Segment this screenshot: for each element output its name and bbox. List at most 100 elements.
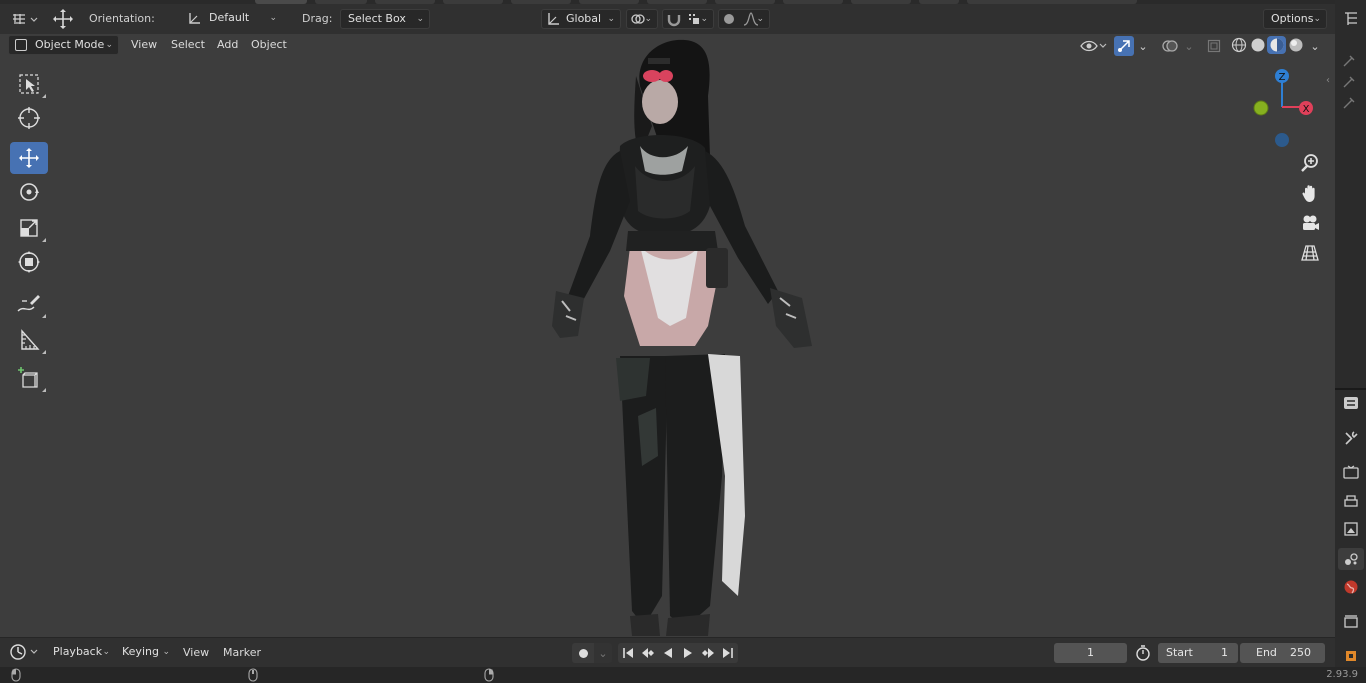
- drag-dropdown[interactable]: Select Box ⌄: [340, 9, 430, 29]
- stopwatch-icon[interactable]: [1133, 643, 1153, 663]
- chevron-down-icon[interactable]: ⌄: [1182, 37, 1196, 55]
- select-box-tool[interactable]: [10, 68, 48, 100]
- object-mode-dropdown[interactable]: Object Mode ⌄: [8, 35, 119, 55]
- auto-keying-button[interactable]: [572, 643, 594, 663]
- navigation-gizmo[interactable]: Z X: [1245, 67, 1320, 147]
- object-mode-value: Object Mode: [35, 38, 105, 51]
- version-label: 2.93.9: [1326, 669, 1358, 680]
- material-shading-icon[interactable]: [1267, 36, 1286, 54]
- outliner-editor-icon[interactable]: [1342, 10, 1360, 28]
- end-value: 250: [1290, 646, 1311, 659]
- snapping-group[interactable]: ⌄: [662, 9, 714, 29]
- menu-select[interactable]: Select: [171, 35, 205, 55]
- chevron-down-icon: ⌄: [269, 13, 277, 23]
- character-model[interactable]: [540, 36, 830, 638]
- chevron-down-icon: ⌄: [1313, 14, 1321, 24]
- scale-icon: [20, 219, 38, 237]
- jump-end-button[interactable]: [718, 643, 738, 663]
- wireframe-shading-icon[interactable]: [1229, 36, 1248, 54]
- start-frame-field[interactable]: Start 1: [1158, 643, 1238, 663]
- end-frame-field[interactable]: End 250: [1240, 643, 1325, 663]
- jump-start-button[interactable]: [618, 643, 638, 663]
- proportional-editing-icon[interactable]: [724, 14, 734, 24]
- outliner-filter-icon: [1340, 73, 1358, 91]
- chevron-down-icon: ⌄: [162, 647, 170, 657]
- collection-properties-icon[interactable]: [1342, 612, 1360, 630]
- outliner-filter-icon: [1340, 94, 1358, 112]
- pan-view-button[interactable]: [1296, 179, 1324, 207]
- object-mode-icon: [15, 39, 27, 51]
- current-frame-field[interactable]: 1: [1054, 643, 1127, 663]
- cursor-tool[interactable]: [10, 102, 48, 134]
- 3d-viewport[interactable]: Z X: [0, 34, 1335, 637]
- move-tool[interactable]: [10, 142, 48, 174]
- scene-properties-icon[interactable]: [1338, 548, 1364, 570]
- proportional-editing-group[interactable]: ⌄: [718, 9, 770, 29]
- outliner-filter-icon: [1340, 52, 1358, 70]
- snap-increment-icon: [687, 12, 701, 32]
- object-properties-icon[interactable]: [1342, 647, 1360, 665]
- options-dropdown[interactable]: Options ⌄: [1263, 9, 1327, 29]
- visibility-dropdown[interactable]: [1078, 37, 1108, 55]
- measure-tool[interactable]: [10, 324, 48, 356]
- properties-editor-icon[interactable]: [1342, 394, 1360, 412]
- timeline-marker-menu[interactable]: Marker: [223, 643, 261, 663]
- viewport-menubar: Object Mode ⌄ View Select Add Object ⌄ ⌄: [0, 34, 1335, 58]
- world-properties-icon[interactable]: [1342, 578, 1360, 596]
- select-box-icon: [19, 74, 39, 94]
- play-button[interactable]: [678, 643, 698, 663]
- chevron-down-icon[interactable]: ⌄: [1136, 37, 1150, 55]
- end-label: End: [1256, 646, 1277, 659]
- view-layer-properties-icon[interactable]: [1342, 520, 1360, 538]
- timeline-view-menu[interactable]: View: [183, 643, 209, 663]
- orientation-dropdown[interactable]: Default ⌄: [202, 9, 282, 29]
- tool-properties-icon[interactable]: [1342, 429, 1360, 447]
- zoom-view-button[interactable]: [1296, 149, 1324, 177]
- mouse-left-icon: [11, 668, 21, 682]
- orientation-value: Default: [209, 11, 250, 24]
- play-reverse-icon: [664, 648, 672, 658]
- rotate-tool[interactable]: [10, 176, 48, 208]
- divider: [1335, 388, 1366, 390]
- menu-object[interactable]: Object: [251, 35, 287, 55]
- keying-menu[interactable]: Keying ⌄: [115, 643, 175, 663]
- hand-icon: [1302, 185, 1315, 202]
- record-icon: [578, 648, 588, 658]
- render-properties-icon[interactable]: [1342, 463, 1360, 481]
- gizmo-toggle-icon[interactable]: [1114, 36, 1134, 56]
- viewport-header: Orientation: Default ⌄ Drag: Select Box …: [0, 0, 1335, 34]
- solid-shading-icon[interactable]: [1248, 36, 1267, 54]
- jump-keyframe-back-button[interactable]: [638, 643, 658, 663]
- sidebar-toggle-icon[interactable]: ‹: [1322, 73, 1334, 87]
- play-reverse-button[interactable]: [658, 643, 678, 663]
- move-gizmo-icon[interactable]: [50, 8, 76, 30]
- camera-icon: [1303, 215, 1319, 230]
- output-properties-icon[interactable]: [1342, 492, 1360, 510]
- editor-type-icon[interactable]: [8, 642, 40, 662]
- menu-add[interactable]: Add: [217, 35, 238, 55]
- add-cube-tool[interactable]: [10, 362, 48, 394]
- editor-type-icon[interactable]: [10, 9, 38, 29]
- scale-tool[interactable]: [10, 212, 48, 244]
- chevron-down-icon[interactable]: ⌄: [1308, 37, 1322, 55]
- mouse-middle-icon: [248, 668, 258, 682]
- camera-view-button[interactable]: [1296, 209, 1324, 237]
- menu-view[interactable]: View: [131, 35, 157, 55]
- chevron-down-icon: ⌄: [102, 647, 110, 657]
- transform-orientation-dropdown[interactable]: Global ⌄: [541, 9, 621, 29]
- annotate-icon: [17, 295, 40, 312]
- pivot-point-dropdown[interactable]: ⌄: [626, 9, 658, 29]
- overlay-toggle-icon[interactable]: [1160, 36, 1180, 56]
- perspective-toggle-button[interactable]: [1296, 239, 1324, 267]
- rendered-shading-icon[interactable]: [1286, 36, 1305, 54]
- transform-tool[interactable]: [10, 246, 48, 278]
- snap-magnet-icon[interactable]: [666, 11, 682, 33]
- chevron-down-icon[interactable]: ⌄: [594, 643, 612, 663]
- keying-label: Keying: [122, 645, 159, 658]
- jump-start-icon: [623, 648, 633, 658]
- xray-toggle-icon[interactable]: [1205, 37, 1223, 55]
- start-value: 1: [1221, 646, 1228, 659]
- annotate-tool[interactable]: [10, 288, 48, 320]
- jump-keyframe-forward-button[interactable]: [698, 643, 718, 663]
- playback-menu[interactable]: Playback ⌄: [46, 643, 115, 663]
